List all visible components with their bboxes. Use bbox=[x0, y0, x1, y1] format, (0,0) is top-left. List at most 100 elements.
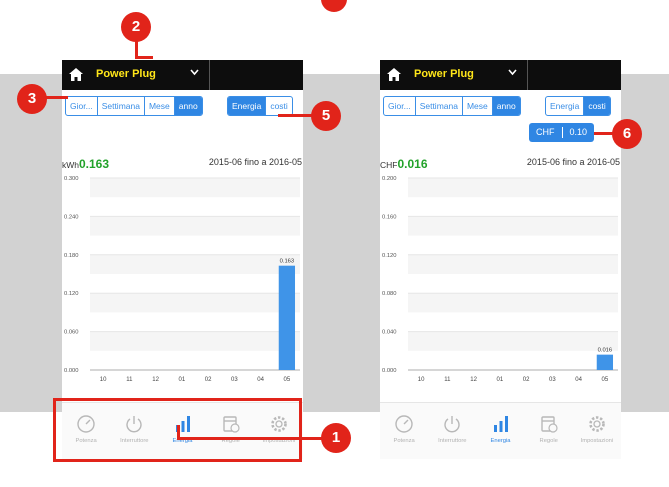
tab-month[interactable]: Mese bbox=[145, 97, 175, 115]
nav-label: Energia bbox=[490, 438, 511, 444]
home-icon[interactable] bbox=[387, 68, 401, 81]
y-tick-label: 0.240 bbox=[64, 214, 79, 220]
y-tick-label: 0.120 bbox=[64, 291, 79, 297]
y-tick-label: 0.060 bbox=[64, 330, 79, 336]
y-tick-label: 0.160 bbox=[382, 214, 397, 220]
total-readout: kWh0.163 bbox=[62, 155, 109, 173]
nav-item-regole[interactable]: Regole bbox=[525, 403, 573, 459]
x-tick-label: 10 bbox=[100, 377, 107, 383]
bar bbox=[278, 265, 296, 370]
gear-icon bbox=[589, 416, 605, 432]
speedometer-icon bbox=[395, 415, 413, 433]
x-tick-label: 02 bbox=[205, 377, 212, 383]
nav-label: Regole bbox=[539, 438, 558, 444]
chevron-down-icon[interactable] bbox=[190, 69, 199, 76]
x-tick-label: 10 bbox=[418, 377, 425, 383]
tab-day[interactable]: Gior... bbox=[66, 97, 98, 115]
nav-item-potenza[interactable]: Potenza bbox=[380, 403, 428, 459]
x-tick-label: 03 bbox=[549, 377, 556, 383]
callout-1: 1 bbox=[321, 423, 351, 453]
x-tick-label: 11 bbox=[444, 377, 451, 383]
type-tabs: Energia costi bbox=[545, 96, 611, 116]
grid-band bbox=[90, 331, 300, 351]
tab-year[interactable]: anno bbox=[492, 97, 520, 115]
x-tick-label: 01 bbox=[497, 377, 504, 383]
bar-value-label: 0.163 bbox=[280, 259, 295, 265]
grid-band bbox=[90, 178, 300, 198]
x-tick-label: 04 bbox=[257, 377, 264, 383]
calendar-icon bbox=[541, 416, 558, 433]
x-tick-label: 05 bbox=[284, 377, 291, 383]
phone-screen-costs: Power Plug Gior... Settimana Mese anno E… bbox=[380, 60, 621, 460]
tab-costs[interactable]: costi bbox=[266, 97, 291, 115]
unit-label: CHF bbox=[380, 160, 398, 170]
type-tabs: Energia costi bbox=[227, 96, 293, 116]
nav-label: Interruttore bbox=[438, 438, 467, 444]
app-header: Power Plug bbox=[380, 60, 621, 90]
y-tick-label: 0.300 bbox=[64, 176, 79, 182]
nav-label: Potenza bbox=[393, 438, 415, 444]
header-divider bbox=[527, 60, 528, 90]
total-value: 0.016 bbox=[397, 157, 428, 171]
app-header: Power Plug bbox=[62, 60, 303, 90]
bar-chart-icon bbox=[493, 416, 508, 432]
bottom-nav: Potenza Interruttore Energia Regole Impostaz… bbox=[380, 402, 621, 459]
device-selector[interactable]: Power Plug bbox=[414, 68, 474, 80]
date-range: 2015-06 fino a 2016-05 bbox=[208, 157, 302, 167]
x-tick-label: 03 bbox=[231, 377, 238, 383]
x-tick-label: 02 bbox=[523, 377, 530, 383]
grid-band bbox=[90, 293, 300, 313]
chevron-down-icon[interactable] bbox=[508, 69, 517, 76]
y-tick-label: 0.000 bbox=[64, 368, 79, 374]
grid-band bbox=[408, 216, 618, 236]
tab-energy[interactable]: Energia bbox=[546, 97, 585, 115]
device-selector[interactable]: Power Plug bbox=[96, 68, 156, 80]
x-tick-label: 01 bbox=[179, 377, 186, 383]
energy-bar-chart: 0.300 0.240 0.180 0.120 0.060 0.000 10 11 12 01 02… bbox=[64, 176, 300, 383]
grid-band bbox=[408, 178, 618, 198]
callout-line bbox=[278, 114, 315, 117]
tab-year[interactable]: anno bbox=[174, 97, 202, 115]
y-tick-label: 0.200 bbox=[382, 176, 397, 182]
tab-month[interactable]: Mese bbox=[463, 97, 493, 115]
currency-rate-button[interactable]: CHF 0.10 bbox=[529, 123, 595, 142]
grid-band bbox=[408, 254, 618, 274]
bar-value-label: 0.016 bbox=[598, 348, 613, 354]
callout-5: 5 bbox=[311, 101, 341, 131]
x-tick-label: 04 bbox=[575, 377, 582, 383]
currency-code: CHF bbox=[536, 127, 555, 137]
tab-week[interactable]: Settimana bbox=[416, 97, 463, 115]
unit-label: kWh bbox=[62, 160, 79, 170]
tab-week[interactable]: Settimana bbox=[98, 97, 145, 115]
x-tick-label: 12 bbox=[470, 377, 477, 383]
date-range: 2015-06 fino a 2016-05 bbox=[526, 157, 620, 167]
grid-band bbox=[90, 216, 300, 236]
total-value: 0.163 bbox=[79, 157, 110, 171]
y-tick-label: 0.180 bbox=[64, 253, 79, 259]
tab-costs[interactable]: costi bbox=[584, 97, 610, 115]
y-tick-label: 0.000 bbox=[382, 368, 397, 374]
callout-line bbox=[177, 437, 323, 440]
nav-label: Impostazioni bbox=[580, 438, 614, 444]
y-tick-label: 0.120 bbox=[382, 253, 397, 259]
nav-item-energia[interactable]: Energia bbox=[476, 403, 524, 459]
grid-band bbox=[408, 331, 618, 351]
callout-3: 3 bbox=[17, 84, 47, 114]
grid-band bbox=[90, 254, 300, 274]
tab-day[interactable]: Gior... bbox=[384, 97, 416, 115]
header-divider bbox=[209, 60, 210, 90]
bar bbox=[596, 354, 614, 370]
callout-line bbox=[44, 96, 68, 99]
nav-item-interruttore[interactable]: Interruttore bbox=[428, 403, 476, 459]
callout-6: 6 bbox=[612, 119, 642, 149]
period-tabs: Gior... Settimana Mese anno bbox=[383, 96, 521, 116]
callout-2: 2 bbox=[121, 12, 151, 42]
grid-band bbox=[408, 293, 618, 313]
nav-item-impostazioni[interactable]: Impostazioni bbox=[573, 403, 621, 459]
x-tick-label: 12 bbox=[152, 377, 159, 383]
y-tick-label: 0.080 bbox=[382, 291, 397, 297]
tab-energy[interactable]: Energia bbox=[228, 97, 267, 115]
total-readout: CHF0.016 bbox=[380, 155, 428, 173]
callout-marker-partial bbox=[321, 0, 347, 12]
home-icon[interactable] bbox=[69, 68, 83, 81]
